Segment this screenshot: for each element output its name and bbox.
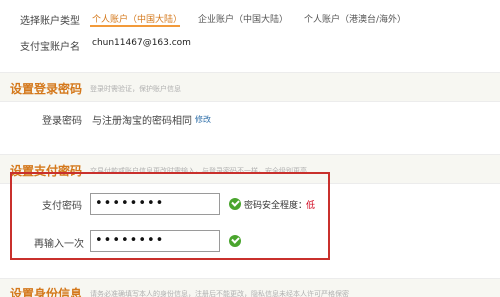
login-password-value: 与注册淘宝的密码相同 (92, 116, 192, 127)
account-name-label: 支付宝账户名 (20, 42, 80, 53)
tab-enterprise-mainland[interactable]: 企业账户（中国大陆） (198, 12, 288, 25)
login-password-section-description: 登录时需验证，保护账户信息 (90, 85, 181, 93)
confirm-password-input[interactable]: •••••••• (90, 230, 220, 252)
account-type-label: 选择账户类型 (20, 16, 80, 27)
password-strength-value: 低 (306, 201, 316, 211)
payment-password-input[interactable]: •••••••• (90, 193, 220, 215)
account-name-value: chun11467@163.com (92, 38, 191, 48)
identity-section-description: 请务必准确填写本人的身份信息，注册后不能更改，隐私信息未经本人许可严格保密 (90, 290, 349, 297)
edit-login-password-link[interactable]: 修改 (195, 114, 211, 125)
confirm-password-check-icon (229, 235, 241, 247)
confirm-password-label: 再输入一次 (34, 239, 84, 250)
tab-personal-overseas[interactable]: 个人账户（港澳台/海外） (304, 12, 406, 25)
login-password-label: 登录密码 (42, 116, 82, 127)
active-tab-underline (90, 25, 180, 27)
tab-personal-mainland[interactable]: 个人账户（中国大陆） (92, 12, 182, 25)
login-password-section-title: 设置登录密码 (10, 82, 83, 96)
payment-password-label: 支付密码 (42, 201, 82, 212)
password-strength-label: 密码安全程度： (244, 201, 308, 211)
identity-section-title: 设置身份信息 (10, 287, 83, 297)
payment-password-check-icon (229, 198, 241, 210)
